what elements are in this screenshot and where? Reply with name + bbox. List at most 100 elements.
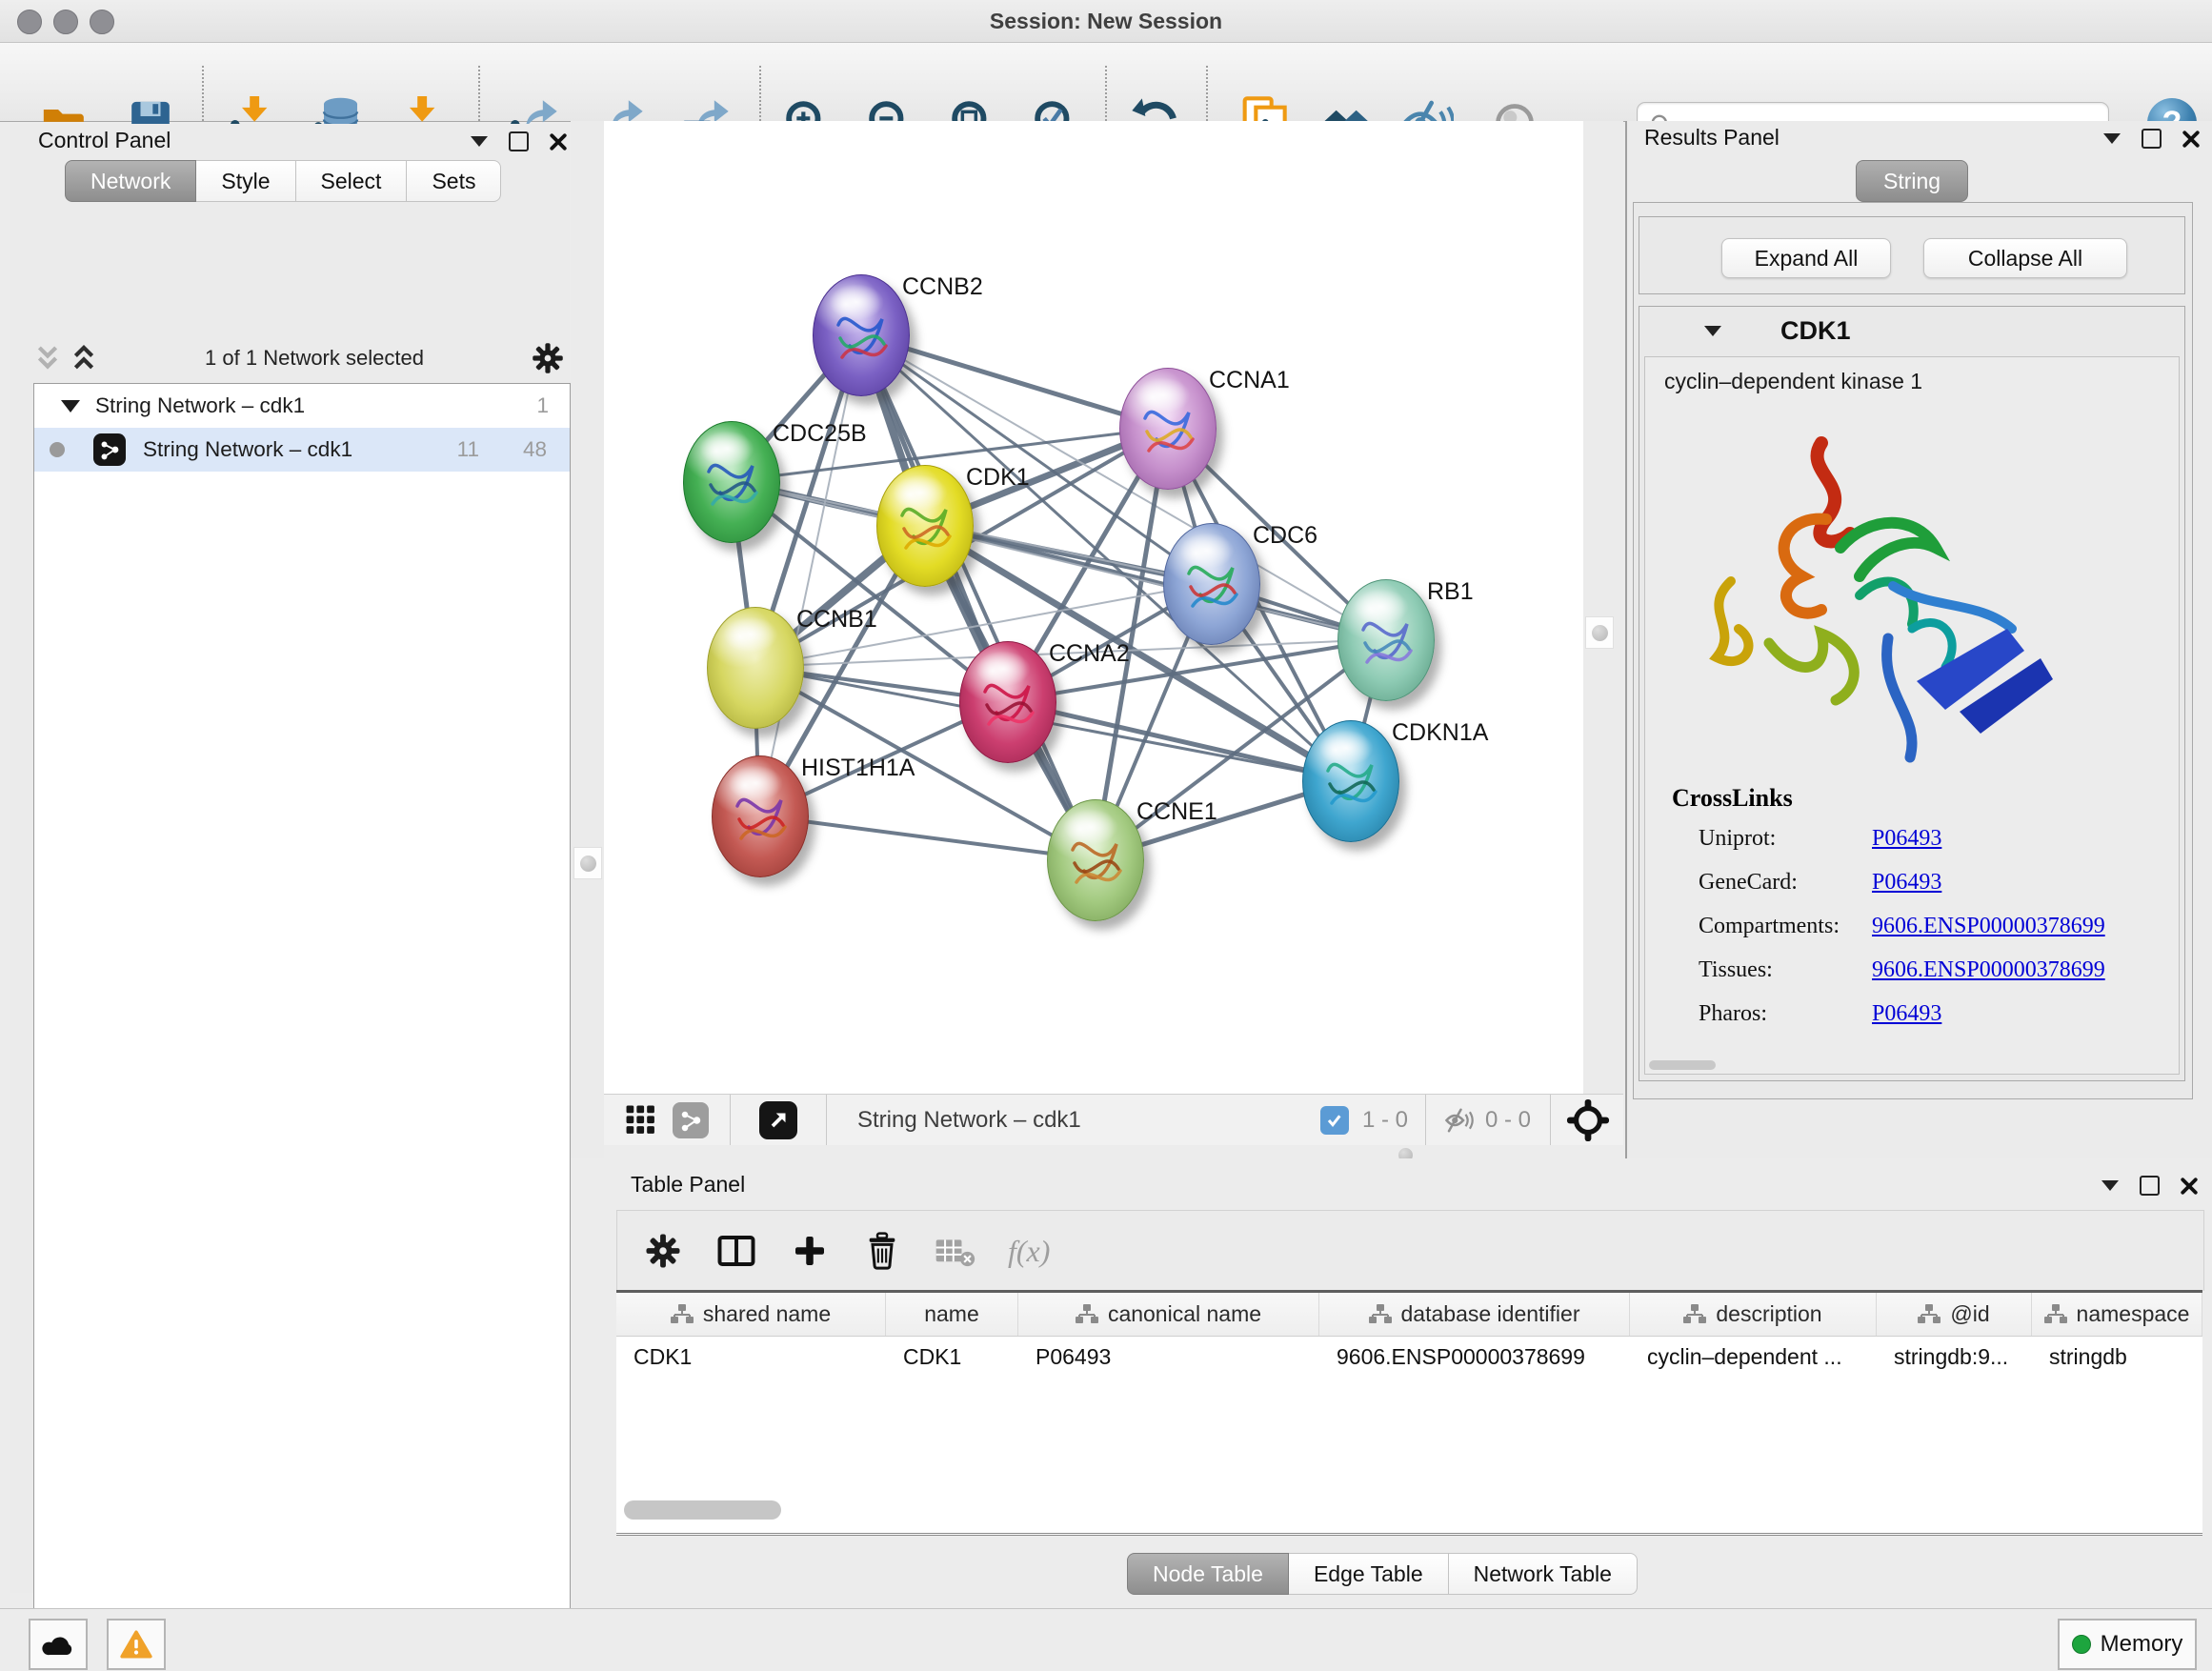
protein-ribbon-icon bbox=[1120, 369, 1216, 489]
protein-node-RB1[interactable] bbox=[1337, 579, 1435, 701]
table-row[interactable]: CDK1CDK1P064939606.ENSP00000378699cyclin… bbox=[616, 1337, 2202, 1377]
protein-card-header[interactable]: CDK1 bbox=[1639, 307, 2184, 354]
network-options-gear-icon[interactable] bbox=[531, 341, 565, 375]
panel-menu-icon[interactable] bbox=[471, 136, 488, 147]
right-splitter[interactable] bbox=[1583, 121, 1623, 1158]
fit-selected-crosshair-icon[interactable] bbox=[1566, 1098, 1610, 1142]
column-header--id[interactable]: @id bbox=[1877, 1293, 2032, 1336]
memory-status-dot bbox=[2072, 1635, 2091, 1654]
protein-node-CCNA1[interactable] bbox=[1119, 368, 1217, 490]
network-row[interactable]: String Network – cdk1 11 48 bbox=[34, 428, 570, 472]
crosslink-link[interactable]: P06493 bbox=[1872, 826, 1941, 870]
control-panel-title: Control Panel bbox=[38, 128, 171, 153]
string-results-container: Expand All Collapse All CDK1 cyclin–depe… bbox=[1633, 202, 2193, 1099]
collapse-all-icon[interactable] bbox=[33, 343, 62, 373]
tab-edge-table[interactable]: Edge Table bbox=[1289, 1553, 1449, 1595]
crosslink-label: Uniprot: bbox=[1699, 826, 1872, 870]
left-splitter-grip[interactable] bbox=[573, 847, 602, 879]
column-type-icon bbox=[1918, 1304, 1941, 1325]
table-panel: Table Panel bbox=[604, 1158, 2212, 1608]
birdseye-toggle-icon[interactable] bbox=[759, 1101, 797, 1139]
network-list: String Network – cdk1 1 String Network –… bbox=[33, 383, 571, 1671]
selected-checkbox[interactable] bbox=[1320, 1106, 1349, 1135]
left-splitter[interactable] bbox=[571, 121, 604, 1158]
tab-sets[interactable]: Sets bbox=[407, 160, 501, 202]
column-type-icon bbox=[1369, 1304, 1392, 1325]
cloud-status-button[interactable] bbox=[29, 1619, 88, 1670]
panel-close-icon[interactable] bbox=[2181, 1178, 2198, 1195]
column-header-description[interactable]: description bbox=[1630, 1293, 1877, 1336]
node-label-CCNE1: CCNE1 bbox=[1136, 798, 1217, 826]
network-share-icon[interactable] bbox=[673, 1102, 709, 1138]
collection-label: String Network – cdk1 bbox=[95, 393, 536, 418]
add-column-icon[interactable] bbox=[791, 1232, 829, 1270]
collapse-card-icon[interactable] bbox=[1704, 326, 1721, 336]
network-view-toolbar: String Network – cdk1 1 - 0 0 - 0 bbox=[604, 1094, 1623, 1146]
column-header-name[interactable]: name bbox=[886, 1293, 1018, 1336]
panel-float-icon[interactable] bbox=[2140, 1176, 2160, 1196]
toolbar-divider bbox=[1105, 66, 1107, 121]
panel-float-icon[interactable] bbox=[2142, 129, 2162, 149]
network-canvas[interactable]: CCNB2CCNA1CDC25BCDK1CDC6RB1CCNB1CCNA2CDK… bbox=[604, 121, 1583, 1094]
tab-select[interactable]: Select bbox=[296, 160, 408, 202]
crosslink-row: GeneCard:P06493 bbox=[1699, 870, 2156, 914]
panel-menu-icon[interactable] bbox=[2103, 133, 2121, 144]
crosslink-label: Tissues: bbox=[1699, 957, 1872, 1001]
protein-node-CDC25B[interactable] bbox=[683, 421, 780, 543]
network-node-count: 11 bbox=[457, 437, 479, 462]
crosslink-link[interactable]: P06493 bbox=[1872, 1001, 1941, 1045]
window-title: Session: New Session bbox=[0, 9, 2212, 34]
tab-network[interactable]: Network bbox=[65, 160, 196, 202]
table-cell: stringdb bbox=[2032, 1337, 2202, 1377]
expand-all-icon[interactable] bbox=[70, 343, 98, 373]
tab-string[interactable]: String bbox=[1856, 160, 1968, 202]
protein-node-HIST1H1A[interactable] bbox=[712, 755, 809, 877]
grid-view-icon[interactable] bbox=[625, 1104, 657, 1137]
network-collection-row[interactable]: String Network – cdk1 1 bbox=[34, 384, 570, 428]
collapse-all-button[interactable]: Collapse All bbox=[1923, 238, 2127, 278]
toolbar-divider bbox=[478, 66, 480, 121]
protein-node-CCNB1[interactable] bbox=[707, 607, 804, 729]
column-header-database-identifier[interactable]: database identifier bbox=[1319, 1293, 1630, 1336]
tab-node-table[interactable]: Node Table bbox=[1127, 1553, 1289, 1595]
crosslink-link[interactable]: 9606.ENSP00000378699 bbox=[1872, 957, 2105, 1001]
table-options-gear-icon[interactable] bbox=[644, 1232, 682, 1270]
results-scrollbar-thumb[interactable] bbox=[1649, 1060, 1716, 1070]
protein-node-CDKN1A[interactable] bbox=[1302, 720, 1399, 842]
crosslink-row: Uniprot:P06493 bbox=[1699, 826, 2156, 870]
column-header-shared-name[interactable]: shared name bbox=[616, 1293, 886, 1336]
protein-node-CCNA2[interactable] bbox=[959, 641, 1056, 763]
table-cell: CDK1 bbox=[616, 1337, 886, 1377]
table-scrollbar-thumb[interactable] bbox=[624, 1500, 781, 1520]
panel-close-icon[interactable] bbox=[550, 133, 567, 151]
table-cell: stringdb:9... bbox=[1877, 1337, 2032, 1377]
protein-name: CDK1 bbox=[1780, 316, 1851, 346]
warnings-button[interactable] bbox=[107, 1619, 166, 1670]
network-edge-count: 48 bbox=[523, 437, 547, 462]
protein-node-CCNE1[interactable] bbox=[1047, 799, 1144, 921]
panel-menu-icon[interactable] bbox=[2101, 1180, 2119, 1191]
crosslinks-list: Uniprot:P06493GeneCard:P06493Compartment… bbox=[1699, 826, 2156, 1045]
network-edge bbox=[1007, 701, 1350, 780]
horizontal-splitter[interactable] bbox=[604, 1145, 1623, 1158]
table-panel-title: Table Panel bbox=[631, 1172, 745, 1198]
column-header-canonical-name[interactable]: canonical name bbox=[1018, 1293, 1319, 1336]
table-toolbar: f(x) bbox=[616, 1210, 2204, 1291]
protein-node-CDC6[interactable] bbox=[1163, 523, 1260, 645]
tab-network-table[interactable]: Network Table bbox=[1449, 1553, 1638, 1595]
right-splitter-grip[interactable] bbox=[1585, 616, 1614, 649]
panel-float-icon[interactable] bbox=[509, 131, 529, 151]
delete-column-trash-icon[interactable] bbox=[863, 1231, 901, 1271]
tab-style[interactable]: Style bbox=[196, 160, 295, 202]
show-columns-icon[interactable] bbox=[716, 1232, 756, 1270]
tree-expander-icon[interactable] bbox=[61, 400, 80, 413]
crosslink-link[interactable]: 9606.ENSP00000378699 bbox=[1872, 914, 2105, 957]
crosslink-link[interactable]: P06493 bbox=[1872, 870, 1941, 914]
column-header-namespace[interactable]: namespace bbox=[2032, 1293, 2202, 1336]
panel-close-icon[interactable] bbox=[2182, 131, 2200, 148]
protein-node-CDK1[interactable] bbox=[876, 465, 974, 587]
protein-node-CCNB2[interactable] bbox=[813, 274, 910, 396]
column-type-icon bbox=[1683, 1304, 1706, 1325]
expand-all-button[interactable]: Expand All bbox=[1721, 238, 1891, 278]
memory-button[interactable]: Memory bbox=[2058, 1619, 2197, 1670]
